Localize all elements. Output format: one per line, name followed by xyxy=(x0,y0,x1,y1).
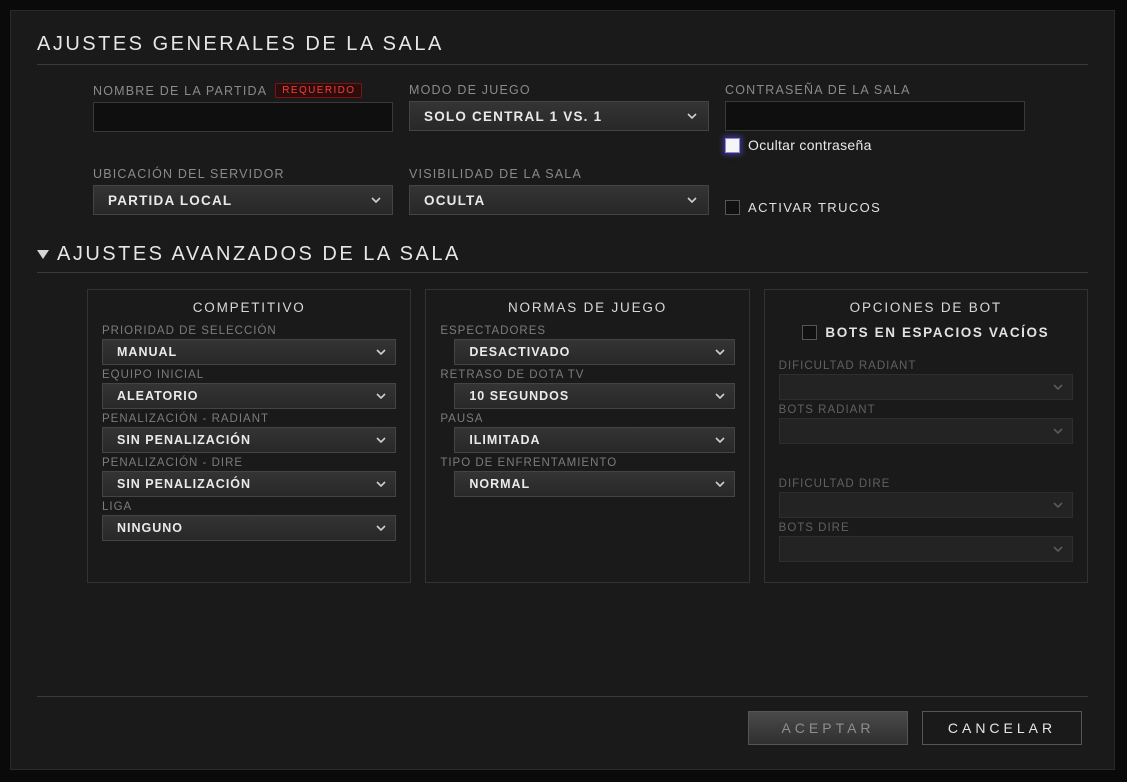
game-rules-box: NORMAS DE JUEGO ESPECTADORES DESACTIVADO… xyxy=(425,289,749,583)
visibility-value: OCULTA xyxy=(424,193,485,208)
competitive-title: COMPETITIVO xyxy=(102,300,396,315)
chevron-down-icon xyxy=(1052,543,1064,555)
series-type-select[interactable]: NORMAL xyxy=(454,471,734,497)
selection-priority-label: PRIORIDAD DE SELECCIÓN xyxy=(102,325,396,337)
lobby-settings-panel: AJUSTES GENERALES DE LA SALA NOMBRE DE L… xyxy=(10,10,1115,770)
dotatv-delay-label: RETRASO DE DOTA TV xyxy=(440,369,734,381)
dire-bots-select[interactable] xyxy=(779,536,1073,562)
dotatv-delay-select[interactable]: 10 SEGUNDOS xyxy=(454,383,734,409)
spectators-label: ESPECTADORES xyxy=(440,325,734,337)
chevron-down-icon xyxy=(1052,499,1064,511)
fill-empty-bots-checkbox[interactable] xyxy=(802,325,817,340)
lobby-password-input[interactable] xyxy=(725,101,1025,131)
game-mode-select[interactable]: SOLO CENTRAL 1 VS. 1 xyxy=(409,101,709,131)
lobby-name-label-text: NOMBRE DE LA PARTIDA xyxy=(93,84,267,98)
general-section-title: AJUSTES GENERALES DE LA SALA xyxy=(37,33,1088,56)
chevron-down-icon xyxy=(375,434,387,446)
penalty-dire-value: SIN PENALIZACIÓN xyxy=(117,477,251,491)
starting-team-value: ALEATORIO xyxy=(117,389,198,403)
penalty-dire-select[interactable]: SIN PENALIZACIÓN xyxy=(102,471,396,497)
dire-difficulty-select[interactable] xyxy=(779,492,1073,518)
visibility-label: VISIBILIDAD DE LA SALA xyxy=(409,167,709,181)
lobby-password-label: CONTRASEÑA DE LA SALA xyxy=(725,83,1025,97)
required-badge: REQUERIDO xyxy=(275,83,362,98)
league-label: LIGA xyxy=(102,501,396,513)
chevron-down-icon xyxy=(375,346,387,358)
visibility-select[interactable]: OCULTA xyxy=(409,185,709,215)
chevron-down-icon xyxy=(686,110,698,122)
chevron-down-icon xyxy=(714,434,726,446)
button-bar: ACEPTAR CANCELAR xyxy=(37,711,1088,751)
series-type-value: NORMAL xyxy=(469,477,530,491)
penalty-radiant-value: SIN PENALIZACIÓN xyxy=(117,433,251,447)
server-location-select[interactable]: PARTIDA LOCAL xyxy=(93,185,393,215)
chevron-down-icon xyxy=(375,522,387,534)
hide-password-checkbox[interactable] xyxy=(725,138,740,153)
chevron-down-icon xyxy=(375,390,387,402)
lobby-name-label: NOMBRE DE LA PARTIDA REQUERIDO xyxy=(93,83,393,98)
advanced-columns: COMPETITIVO PRIORIDAD DE SELECCIÓN MANUA… xyxy=(37,277,1088,583)
advanced-section-title: AJUSTES AVANZADOS DE LA SALA xyxy=(57,243,461,266)
game-rules-title: NORMAS DE JUEGO xyxy=(440,300,734,315)
general-row-1: NOMBRE DE LA PARTIDA REQUERIDO MODO DE J… xyxy=(37,83,1088,153)
radiant-bots-label: BOTS RADIANT xyxy=(779,404,1073,416)
chevron-down-icon xyxy=(1052,425,1064,437)
accept-button[interactable]: ACEPTAR xyxy=(748,711,908,745)
series-type-label: TIPO DE ENFRENTAMIENTO xyxy=(440,457,734,469)
advanced-section-toggle[interactable]: AJUSTES AVANZADOS DE LA SALA xyxy=(37,243,1088,266)
bot-options-box: OPCIONES DE BOT BOTS EN ESPACIOS VACÍOS … xyxy=(764,289,1088,583)
pause-value: ILIMITADA xyxy=(469,433,540,447)
lobby-name-input[interactable] xyxy=(93,102,393,132)
collapse-icon xyxy=(37,250,49,259)
radiant-difficulty-select[interactable] xyxy=(779,374,1073,400)
selection-priority-value: MANUAL xyxy=(117,345,177,359)
radiant-bots-select[interactable] xyxy=(779,418,1073,444)
chevron-down-icon xyxy=(686,194,698,206)
penalty-radiant-label: PENALIZACIÓN - RADIANT xyxy=(102,413,396,425)
spectators-select[interactable]: DESACTIVADO xyxy=(454,339,734,365)
chevron-down-icon xyxy=(714,478,726,490)
game-mode-label: MODO DE JUEGO xyxy=(409,83,709,97)
starting-team-select[interactable]: ALEATORIO xyxy=(102,383,396,409)
chevron-down-icon xyxy=(714,390,726,402)
divider xyxy=(37,272,1088,273)
chevron-down-icon xyxy=(370,194,382,206)
cancel-button[interactable]: CANCELAR xyxy=(922,711,1082,745)
radiant-difficulty-label: DIFICULTAD RADIANT xyxy=(779,360,1073,372)
spectators-value: DESACTIVADO xyxy=(469,345,570,359)
pause-select[interactable]: ILIMITADA xyxy=(454,427,734,453)
chevron-down-icon xyxy=(1052,381,1064,393)
chevron-down-icon xyxy=(714,346,726,358)
general-row-2: UBICACIÓN DEL SERVIDOR PARTIDA LOCAL VIS… xyxy=(37,167,1088,215)
game-mode-value: SOLO CENTRAL 1 VS. 1 xyxy=(424,109,602,124)
league-value: NINGUNO xyxy=(117,521,183,535)
divider xyxy=(37,64,1088,65)
selection-priority-select[interactable]: MANUAL xyxy=(102,339,396,365)
penalty-radiant-select[interactable]: SIN PENALIZACIÓN xyxy=(102,427,396,453)
bot-options-title: OPCIONES DE BOT xyxy=(779,300,1073,315)
server-location-value: PARTIDA LOCAL xyxy=(108,193,232,208)
penalty-dire-label: PENALIZACIÓN - DIRE xyxy=(102,457,396,469)
starting-team-label: EQUIPO INICIAL xyxy=(102,369,396,381)
fill-empty-bots-label: BOTS EN ESPACIOS VACÍOS xyxy=(825,325,1049,340)
enable-cheats-checkbox[interactable] xyxy=(725,200,740,215)
divider xyxy=(37,696,1088,697)
dire-bots-label: BOTS DIRE xyxy=(779,522,1073,534)
hide-password-label: Ocultar contraseña xyxy=(748,137,872,153)
competitive-box: COMPETITIVO PRIORIDAD DE SELECCIÓN MANUA… xyxy=(87,289,411,583)
dire-difficulty-label: DIFICULTAD DIRE xyxy=(779,478,1073,490)
pause-label: PAUSA xyxy=(440,413,734,425)
league-select[interactable]: NINGUNO xyxy=(102,515,396,541)
enable-cheats-label: ACTIVAR TRUCOS xyxy=(748,200,881,215)
chevron-down-icon xyxy=(375,478,387,490)
server-location-label: UBICACIÓN DEL SERVIDOR xyxy=(93,167,393,181)
dotatv-delay-value: 10 SEGUNDOS xyxy=(469,389,569,403)
